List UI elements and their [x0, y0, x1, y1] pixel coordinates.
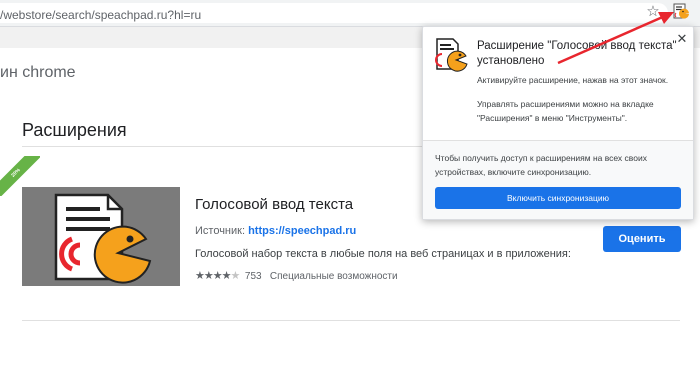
- features-label[interactable]: Специальные возможности: [270, 271, 398, 282]
- star-icon[interactable]: ☆: [645, 4, 661, 20]
- rating-stars: ★★★★★: [195, 270, 240, 282]
- rating-count: 753: [244, 271, 262, 282]
- section-title: Расширения: [22, 120, 127, 140]
- address-bar: /webstore/search/speachpad.ru?hl=ru ☆: [0, 0, 700, 27]
- speechpad-extension-icon: [435, 38, 468, 72]
- url-text[interactable]: /webstore/search/speachpad.ru?hl=ru: [0, 8, 201, 22]
- divider: [22, 320, 680, 321]
- source-link[interactable]: https://speechpad.ru: [248, 225, 356, 237]
- popup-manage-text: Управлять расширениями можно на вкладке …: [477, 99, 654, 123]
- extension-installed-popup: Расширение "Голосовой ввод текста" устан…: [422, 26, 694, 220]
- url-field[interactable]: /webstore/search/speachpad.ru?hl=ru: [0, 3, 668, 23]
- store-title: ин chrome: [0, 64, 76, 81]
- source-row: Источник: https://speechpad.ru: [195, 225, 356, 237]
- extension-tile-image[interactable]: [22, 187, 180, 286]
- extension-description: Голосовой набор текста в любые поля на в…: [195, 248, 571, 260]
- source-label: Источник:: [195, 225, 246, 237]
- rating-row: ★★★★★ 753 Специальные возможности: [195, 269, 398, 282]
- popup-sync-text: Чтобы получить доступ к расширениям на в…: [435, 153, 647, 177]
- speechpad-extension-icon[interactable]: [672, 3, 690, 21]
- close-icon[interactable]: ✕: [675, 32, 689, 46]
- popup-title: Расширение "Голосовой ввод текста" устан…: [477, 40, 677, 67]
- enable-sync-button[interactable]: Включить синхронизацию: [435, 187, 681, 209]
- rate-button[interactable]: Оценить: [603, 226, 681, 252]
- popup-sync-section: Чтобы получить доступ к расширениям на в…: [423, 141, 693, 219]
- popup-activate-text: Активируйте расширение, нажав на этот зн…: [477, 75, 669, 85]
- extension-name[interactable]: Голосовой ввод текста: [195, 196, 353, 213]
